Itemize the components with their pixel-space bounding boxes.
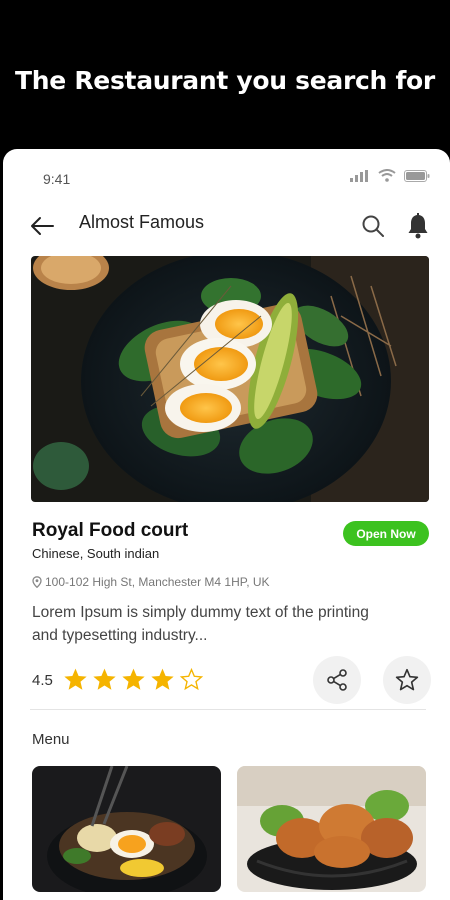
battery-icon xyxy=(404,169,430,182)
share-icon xyxy=(327,669,347,691)
star-filled-icon xyxy=(64,668,87,690)
section-divider xyxy=(30,709,426,710)
restaurant-description: Lorem Ipsum is simply dummy text of the … xyxy=(32,604,369,644)
menu-item-ramen[interactable] xyxy=(32,766,221,892)
restaurant-name: Royal Food court xyxy=(32,520,189,541)
ramen-bowl-photo xyxy=(32,766,221,892)
bell-icon xyxy=(408,213,428,239)
cuisine-text: Chinese, South indian xyxy=(32,546,160,561)
fried-chicken-photo xyxy=(237,766,426,892)
address-row: 100-102 High St, Manchester M4 1HP, UK xyxy=(32,575,270,589)
address-text: 100-102 High St, Manchester M4 1HP, UK xyxy=(45,575,270,589)
menu-item-fried-chicken[interactable] xyxy=(237,766,426,892)
star-empty-icon xyxy=(179,667,204,691)
signal-icon xyxy=(350,169,368,182)
star-filled-icon xyxy=(122,668,145,690)
back-button[interactable] xyxy=(27,211,57,241)
status-time: 9:41 xyxy=(43,171,71,187)
notifications-button[interactable] xyxy=(403,211,433,241)
favorite-button[interactable] xyxy=(383,656,431,704)
favorite-star-icon xyxy=(395,668,419,691)
search-icon xyxy=(362,215,384,237)
back-arrow-icon xyxy=(31,217,54,235)
location-pin-icon xyxy=(32,576,42,588)
banner-title: The Restaurant you search for xyxy=(15,66,435,95)
restaurant-hero-image xyxy=(31,256,429,502)
phone-screen: 9:41 Almost Famous Royal Food court Open… xyxy=(3,149,450,900)
rating-value: 4.5 xyxy=(32,672,53,689)
wifi-icon xyxy=(378,169,396,182)
share-button[interactable] xyxy=(313,656,361,704)
star-rating xyxy=(63,667,204,692)
open-status-badge: Open Now xyxy=(343,521,429,546)
star-filled-icon xyxy=(93,668,116,690)
status-icons xyxy=(350,169,430,182)
promo-banner: The Restaurant you search for xyxy=(0,0,450,150)
page-title: Almost Famous xyxy=(79,212,205,232)
search-button[interactable] xyxy=(358,211,388,241)
menu-heading: Menu xyxy=(32,731,70,748)
star-filled-icon xyxy=(151,668,174,690)
